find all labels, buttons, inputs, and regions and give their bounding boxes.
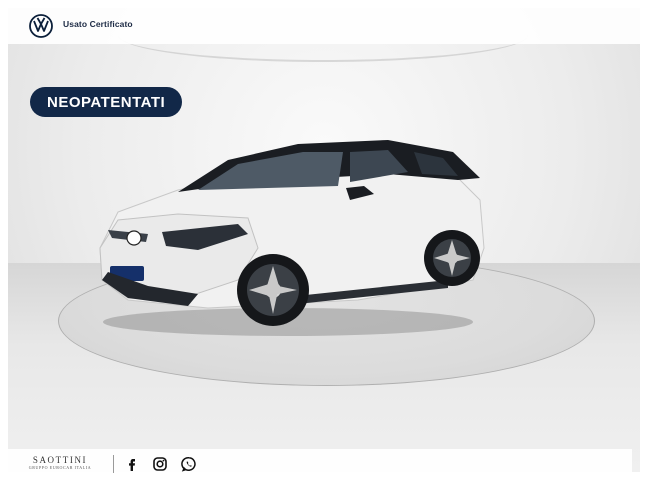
badge-label: NEOPATENTATI bbox=[47, 93, 166, 111]
listing-photo: Usato Certificato NEOPATENTATI bbox=[8, 8, 640, 472]
instagram-icon[interactable] bbox=[152, 456, 168, 472]
dealer-name: SAOTTINI bbox=[32, 455, 88, 465]
whatsapp-icon[interactable] bbox=[181, 456, 197, 472]
dealer-logo[interactable]: SAOTTINI GRUPPO EUROCAR ITALIA bbox=[22, 456, 98, 470]
car-image bbox=[99, 140, 485, 336]
neopatentati-badge: NEOPATENTATI bbox=[30, 87, 183, 117]
facebook-icon[interactable] bbox=[124, 456, 140, 472]
vw-logo-icon[interactable] bbox=[29, 14, 53, 38]
brand-label: Usato Certificato bbox=[63, 19, 133, 29]
footer-divider bbox=[113, 455, 114, 473]
dealer-subtitle: GRUPPO EUROCAR ITALIA bbox=[28, 465, 92, 470]
